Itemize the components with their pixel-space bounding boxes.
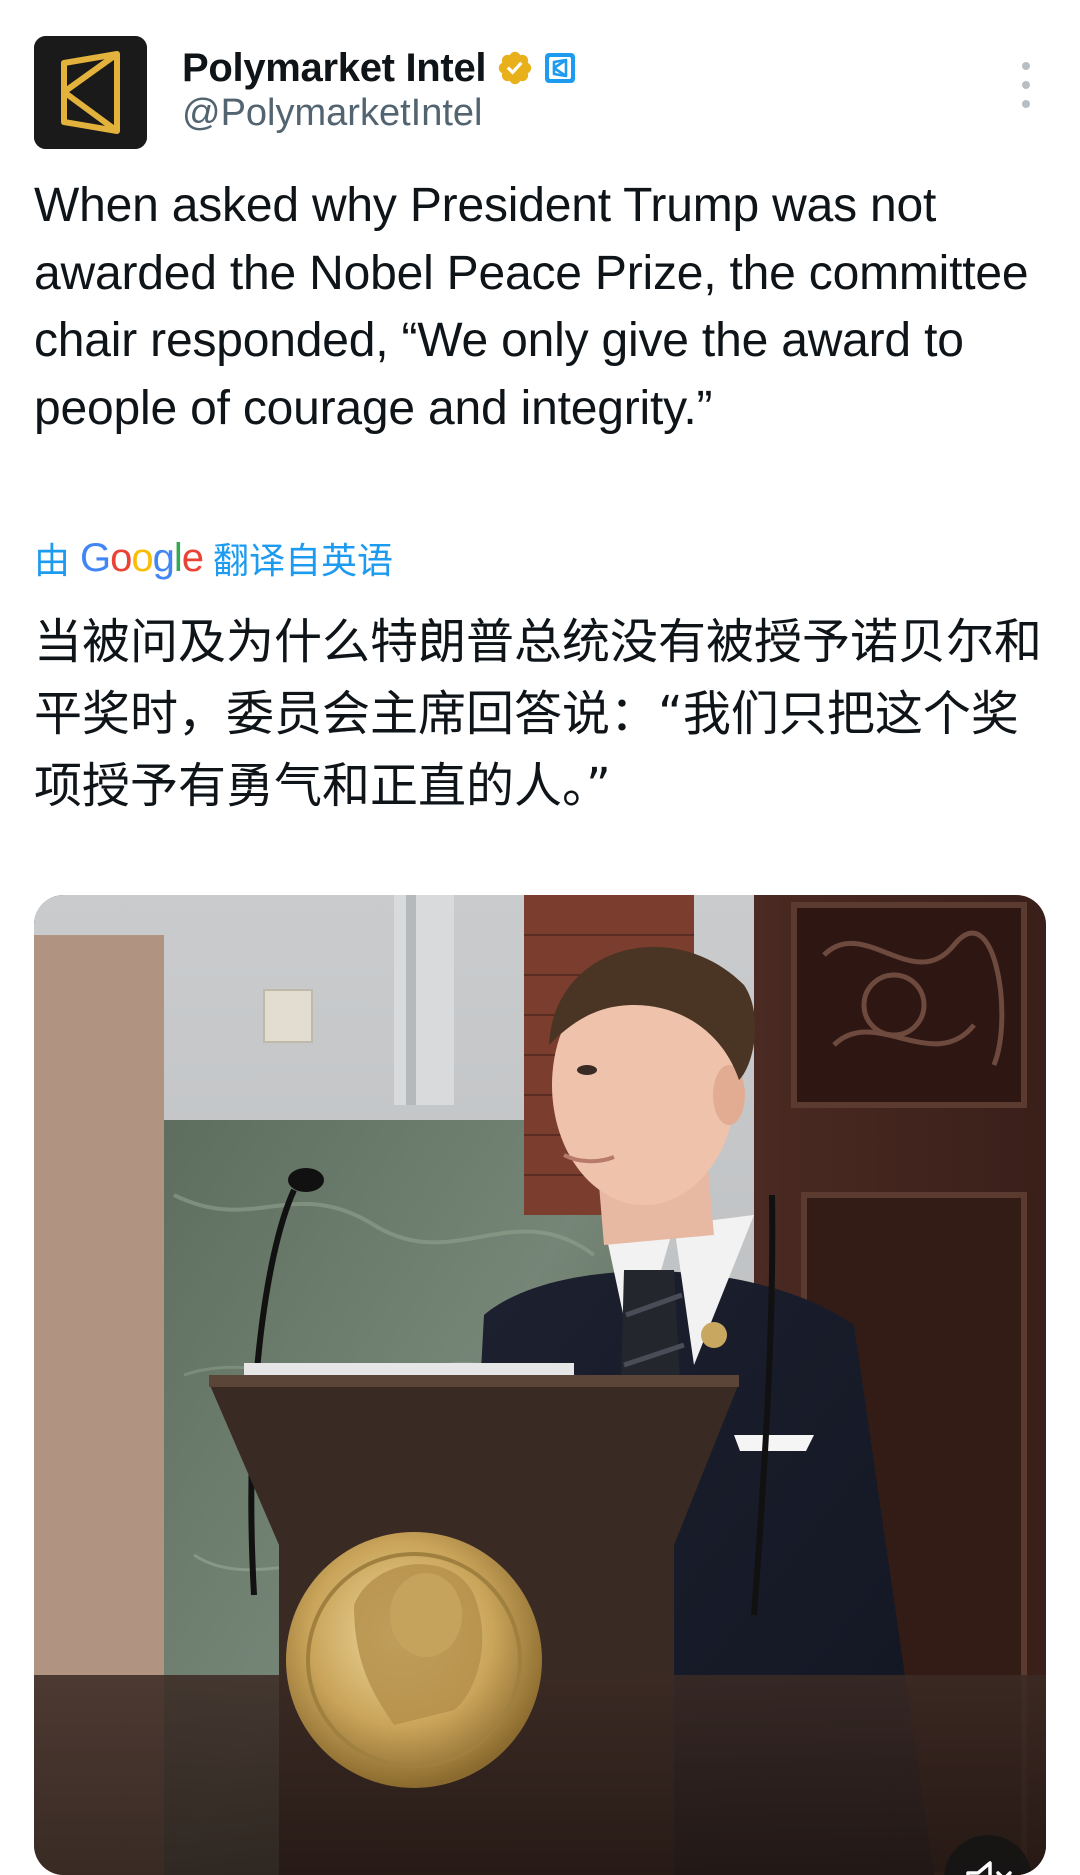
affiliate-badge-icon: [545, 53, 576, 83]
translation-prefix: 由: [34, 540, 71, 581]
author-name-line: Polymarket Intel: [182, 42, 576, 94]
mute-icon: [966, 1861, 1012, 1875]
translation-source-label: 翻译自英语: [213, 540, 394, 581]
tweet-header: Polymarket Intel @PolymarketIntel: [34, 36, 1046, 150]
more-dots-icon: [1022, 100, 1030, 108]
more-options-button[interactable]: [1006, 62, 1046, 108]
verified-badge-icon: [498, 51, 532, 85]
google-logo: Google: [80, 535, 204, 580]
mute-button[interactable]: [944, 1835, 1032, 1875]
author-display-name[interactable]: Polymarket Intel: [182, 46, 487, 91]
polymarket-logo-icon: [34, 36, 147, 149]
more-dots-icon: [1022, 62, 1030, 70]
author-handle[interactable]: @PolymarketIntel: [182, 92, 482, 135]
video-frame-image: [34, 895, 1046, 1875]
avatar[interactable]: [34, 36, 147, 149]
more-dots-icon: [1022, 81, 1030, 89]
translated-text: 当被问及为什么特朗普总统没有被授予诺贝尔和平奖时，委员会主席回答说：“我们只把这…: [34, 614, 1043, 814]
tweet-text: When asked why President Trump was not a…: [34, 179, 1029, 435]
tweet-video[interactable]: [34, 895, 1046, 1875]
translation-attribution[interactable]: 由 Google 翻译自英语: [34, 528, 393, 588]
